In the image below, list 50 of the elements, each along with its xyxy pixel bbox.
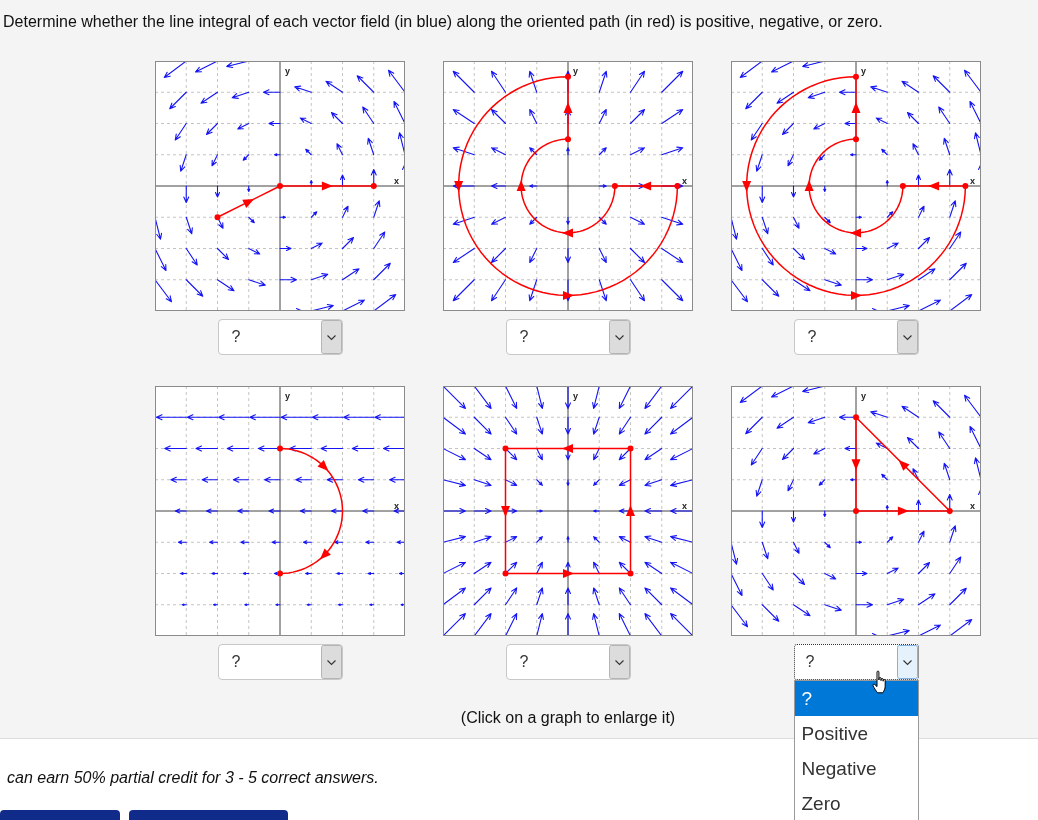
action-button[interactable] <box>0 810 120 820</box>
axis-label: x <box>682 176 687 186</box>
axis-label: x <box>682 501 687 511</box>
path-point <box>853 136 859 143</box>
path-point <box>502 570 509 577</box>
enlarge-hint-text: (Click on a graph to enlarge it) <box>460 708 676 728</box>
graph-panel[interactable]: y x <box>155 61 405 311</box>
graph-panel[interactable]: y x <box>443 61 693 311</box>
graph-panel[interactable]: y x <box>731 61 981 311</box>
path-point <box>277 445 283 452</box>
path-point <box>611 183 618 189</box>
path-point <box>962 183 969 189</box>
instructions-text: Determine whether the line integral of each vector field (in blue) along the oriented path (in red) is positive, negative, or zero. <box>3 12 883 32</box>
path-point <box>853 508 859 514</box>
path-point <box>674 183 681 189</box>
axis-label: y <box>861 391 866 401</box>
axis-label: x <box>394 176 399 186</box>
axis-label: x <box>970 176 975 186</box>
axis-label: x <box>394 501 399 511</box>
partial-credit-text: can earn 50% partial credit for 3 - 5 correct answers. <box>7 768 379 788</box>
axis-label: y <box>573 66 578 76</box>
dropdown-list[interactable]: ? Positive Negative Zero <box>793 680 919 820</box>
axis-label: x <box>970 501 975 511</box>
answer-select[interactable]: ? <box>793 319 919 355</box>
axis-label: y <box>573 391 578 401</box>
answer-select[interactable]: ? <box>217 319 343 355</box>
path-point <box>627 570 634 577</box>
answer-select[interactable]: ? <box>505 644 631 680</box>
graph-panel[interactable]: y x <box>443 386 693 636</box>
path-point <box>627 445 634 452</box>
path-point <box>565 73 571 80</box>
axis-label: y <box>861 66 866 76</box>
path-point <box>565 136 571 143</box>
path-point <box>277 183 283 189</box>
path-point <box>277 570 283 577</box>
dropdown-option[interactable]: ? <box>794 681 918 716</box>
answer-select[interactable]: ? <box>217 644 343 680</box>
answer-select[interactable]: ? <box>505 319 631 355</box>
graph-panel[interactable]: y x <box>731 386 981 636</box>
path-point <box>370 183 377 189</box>
path-point <box>899 183 906 189</box>
action-button[interactable] <box>129 810 288 820</box>
graph-panel[interactable]: y x <box>155 386 405 636</box>
path-point <box>502 445 509 452</box>
path-point <box>853 73 859 80</box>
path-point <box>853 414 859 421</box>
path-point <box>946 508 953 514</box>
path-point <box>214 214 221 221</box>
axis-label: y <box>285 391 290 401</box>
axis-label: y <box>285 66 290 76</box>
